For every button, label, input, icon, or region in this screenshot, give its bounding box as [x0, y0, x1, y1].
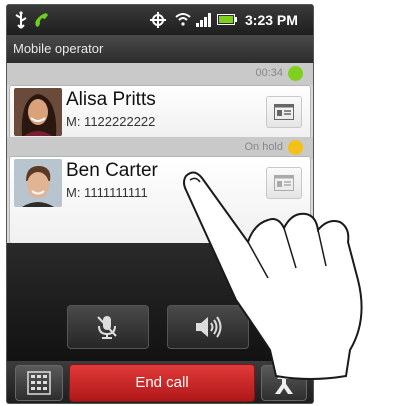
contact-name: Alisa Pritts: [66, 89, 156, 110]
contact-number: M: 1111111111: [66, 185, 148, 200]
wifi-icon: [175, 13, 191, 26]
avatar: [14, 159, 62, 207]
battery-icon: [217, 14, 237, 25]
usb-icon: [15, 11, 27, 29]
active-status-dot: [288, 66, 303, 81]
mute-microphone-icon: [97, 316, 117, 339]
contact-number: M: 1122222222: [66, 114, 156, 129]
call-indicator-icon: [35, 13, 48, 27]
contact-name: Ben Carter: [66, 160, 158, 181]
avatar: [14, 88, 62, 136]
pointing-hand-illustration: [183, 171, 363, 380]
call-duration: 00:34: [255, 67, 283, 79]
signal-icon: [196, 13, 211, 27]
call-card-active[interactable]: Alisa Pritts M: 1122222222: [9, 85, 311, 139]
status-time: 3:23 PM: [245, 12, 298, 28]
dialpad-icon: [27, 371, 51, 395]
mute-button[interactable]: [67, 305, 149, 349]
operator-label: Mobile operator: [7, 35, 313, 63]
status-bar: 3:23 PM: [7, 5, 313, 35]
gps-icon: [150, 12, 166, 28]
contact-details-button[interactable]: [266, 96, 302, 128]
dialpad-button[interactable]: [15, 365, 63, 401]
call-status-bar: 00:34: [7, 63, 313, 85]
contact-card-icon: [274, 104, 294, 120]
